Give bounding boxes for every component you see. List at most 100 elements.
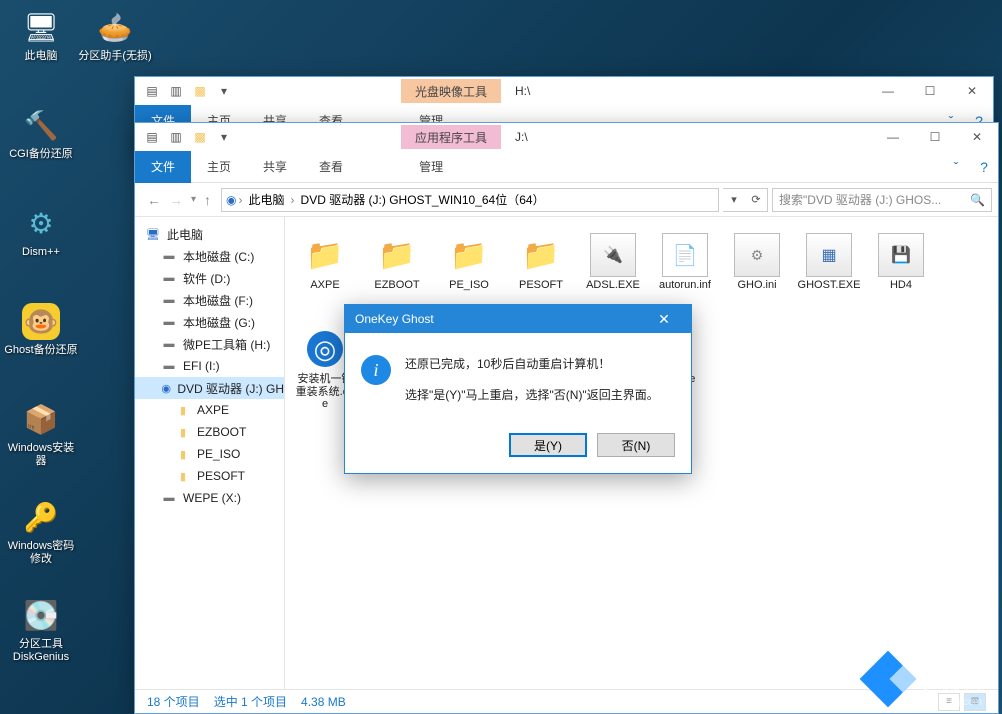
- tree-item[interactable]: ▮AXPE: [135, 399, 284, 421]
- di-pie-icon: [94, 6, 136, 48]
- tab-home[interactable]: 主页: [191, 151, 247, 183]
- recent-dropdown-icon[interactable]: ▾: [191, 194, 196, 205]
- dialog-titlebar[interactable]: OneKey Ghost ✕: [345, 305, 691, 333]
- titlebar[interactable]: ▤ ▥ ▩ ▾ 应用程序工具 J:\ — ☐ ✕: [135, 123, 998, 151]
- desktop-icon-Windows安装器[interactable]: Windows安装器: [4, 398, 78, 468]
- address-dropdown-icon[interactable]: ▾: [723, 189, 745, 211]
- desktop-icon-此电脑[interactable]: 此电脑: [4, 6, 78, 63]
- file-item[interactable]: ▦GHOST.EXE: [797, 231, 861, 321]
- qat-props-icon[interactable]: ▥: [165, 127, 187, 147]
- di-monitor-icon: [20, 6, 62, 48]
- onekey-ghost-dialog: OneKey Ghost ✕ i 还原已完成，10秒后自动重启计算机！ 选择"是…: [344, 304, 692, 474]
- tree-item[interactable]: ▬微PE工具箱 (H:): [135, 333, 284, 355]
- inf-icon: 📄: [662, 233, 708, 277]
- close-button[interactable]: ✕: [956, 123, 998, 151]
- minimize-button[interactable]: —: [872, 123, 914, 151]
- window-controls: — ☐ ✕: [867, 77, 993, 105]
- tab-manage[interactable]: 管理: [403, 151, 459, 183]
- qat-dropdown-icon[interactable]: ▾: [213, 127, 235, 147]
- drive-icon: ▬: [161, 249, 177, 263]
- breadcrumb-sep-icon[interactable]: ›: [289, 193, 297, 207]
- breadcrumb-root[interactable]: 此电脑: [245, 191, 289, 208]
- titlebar[interactable]: ▤ ▥ ▩ ▾ 光盘映像工具 H:\ — ☐ ✕: [135, 77, 993, 105]
- tree-item[interactable]: ▮PE_ISO: [135, 443, 284, 465]
- minimize-button[interactable]: —: [867, 77, 909, 105]
- tree-item[interactable]: 🖥此电脑: [135, 223, 284, 245]
- qat-dropdown-icon[interactable]: ▾: [213, 81, 235, 101]
- address-row: ← → ▾ ↑ ◉ › 此电脑 › DVD 驱动器 (J:) GHOST_WIN…: [135, 183, 998, 217]
- tree-item[interactable]: ▬ 本地磁盘 (G:): [135, 311, 284, 333]
- back-icon[interactable]: ←: [147, 192, 161, 208]
- drive-icon: ▬: [161, 491, 177, 505]
- qat-props-icon[interactable]: ▥: [165, 81, 187, 101]
- tree-item[interactable]: ▬软件 (D:): [135, 267, 284, 289]
- ribbon-collapse-icon[interactable]: ˇ: [942, 159, 970, 175]
- dialog-buttons: 是(Y) 否(N): [345, 433, 691, 473]
- qat-new-folder-icon[interactable]: ▩: [189, 127, 211, 147]
- file-item[interactable]: ⚙ GHO.ini: [725, 231, 789, 321]
- file-label: EZBOOT: [374, 279, 419, 292]
- yes-button[interactable]: 是(Y): [509, 433, 587, 457]
- tree-item[interactable]: ▮EZBOOT: [135, 421, 284, 443]
- nav-tree[interactable]: 🖥此电脑▬本地磁盘 (C:)▬软件 (D:)▬本地磁盘 (F:)▬本地磁盘 (G…: [135, 217, 285, 689]
- qat-new-folder-icon[interactable]: ▩: [189, 81, 211, 101]
- exe-icon: 💾: [878, 233, 924, 277]
- search-icon[interactable]: 🔍: [970, 193, 985, 207]
- tab-file[interactable]: 文件: [135, 151, 191, 183]
- dvd-icon: ◉: [161, 381, 171, 395]
- tab-share[interactable]: 共享: [247, 151, 303, 183]
- installer-icon: [302, 327, 348, 371]
- folder-icon: [374, 233, 420, 277]
- refresh-icon[interactable]: ⟳: [745, 189, 767, 211]
- breadcrumb-sep-icon[interactable]: ›: [237, 193, 245, 207]
- info-icon: i: [361, 355, 391, 385]
- tree-item[interactable]: ▮PESOFT: [135, 465, 284, 487]
- address-bar-buttons: ▾ ⟳: [723, 188, 768, 212]
- desktop-icon-label: 此电脑: [4, 50, 78, 63]
- ribbon-tabs: 文件 主页 共享 查看 管理 ˇ ?: [135, 151, 998, 183]
- no-button[interactable]: 否(N): [597, 433, 675, 457]
- drive-icon: ▬: [161, 315, 177, 329]
- file-label: autorun.inf: [659, 279, 711, 292]
- di-hammer-icon: [20, 104, 62, 146]
- maximize-button[interactable]: ☐: [909, 77, 951, 105]
- desktop-icon-CGI备份还原[interactable]: CGI备份还原: [4, 104, 78, 161]
- quick-access-toolbar: ▤ ▥ ▩ ▾: [135, 127, 241, 147]
- watermark: 系统城: [868, 659, 982, 699]
- ini-icon: ⚙: [734, 233, 780, 277]
- file-label: PE_ISO: [449, 279, 489, 292]
- file-label: GHOST.EXE: [798, 279, 861, 292]
- breadcrumb-path[interactable]: DVD 驱动器 (J:) GHOST_WIN10_64位（64）: [297, 191, 549, 208]
- desktop-icon-Windows密码修改[interactable]: Windows密码修改: [4, 496, 78, 566]
- desktop-icon-分区工具DiskGenius[interactable]: 分区工具DiskGenius: [4, 594, 78, 664]
- desktop-icon-分区助手(无损)[interactable]: 分区助手(无损): [78, 6, 152, 63]
- close-button[interactable]: ✕: [951, 77, 993, 105]
- desktop-icon-Ghost备份还原[interactable]: Ghost备份还原: [4, 300, 78, 357]
- contextual-tab-disc-image-tools[interactable]: 光盘映像工具: [401, 79, 501, 103]
- file-label: GHO.ini: [737, 279, 776, 292]
- di-winbox-icon: [20, 398, 62, 440]
- tree-item-label: 本地磁盘 (G:): [183, 314, 255, 331]
- folder-icon: ▮: [175, 447, 191, 461]
- tree-item-label: 软件 (D:): [183, 270, 230, 287]
- watermark-url: xitongcheng.com: [906, 697, 982, 708]
- address-bar[interactable]: ◉ › 此电脑 › DVD 驱动器 (J:) GHOST_WIN10_64位（6…: [221, 188, 719, 212]
- search-input[interactable]: 搜索"DVD 驱动器 (J:) GHOS... 🔍: [772, 188, 992, 212]
- file-item[interactable]: 💾HD4: [869, 231, 933, 321]
- tab-view[interactable]: 查看: [303, 151, 359, 183]
- desktop-icon-Dism++[interactable]: Dism++: [4, 202, 78, 259]
- dialog-message-2: 选择"是(Y)"马上重启，选择"否(N)"返回主界面。: [405, 386, 659, 403]
- tree-item[interactable]: ▬WEPE (X:): [135, 487, 284, 509]
- tree-item[interactable]: ▬EFI (I:): [135, 355, 284, 377]
- up-icon[interactable]: ↑: [204, 192, 211, 208]
- maximize-button[interactable]: ☐: [914, 123, 956, 151]
- help-icon[interactable]: ?: [970, 159, 998, 175]
- status-selection: 选中 1 个项目: [214, 693, 287, 710]
- tree-item[interactable]: ◉DVD 驱动器 (J:) GH: [135, 377, 284, 399]
- forward-icon[interactable]: →: [169, 192, 183, 208]
- drive-icon: ▬: [161, 293, 177, 307]
- tree-item[interactable]: ▬本地磁盘 (F:): [135, 289, 284, 311]
- tree-item[interactable]: ▬本地磁盘 (C:): [135, 245, 284, 267]
- contextual-tab-app-tools[interactable]: 应用程序工具: [401, 125, 501, 149]
- dialog-close-icon[interactable]: ✕: [647, 311, 681, 328]
